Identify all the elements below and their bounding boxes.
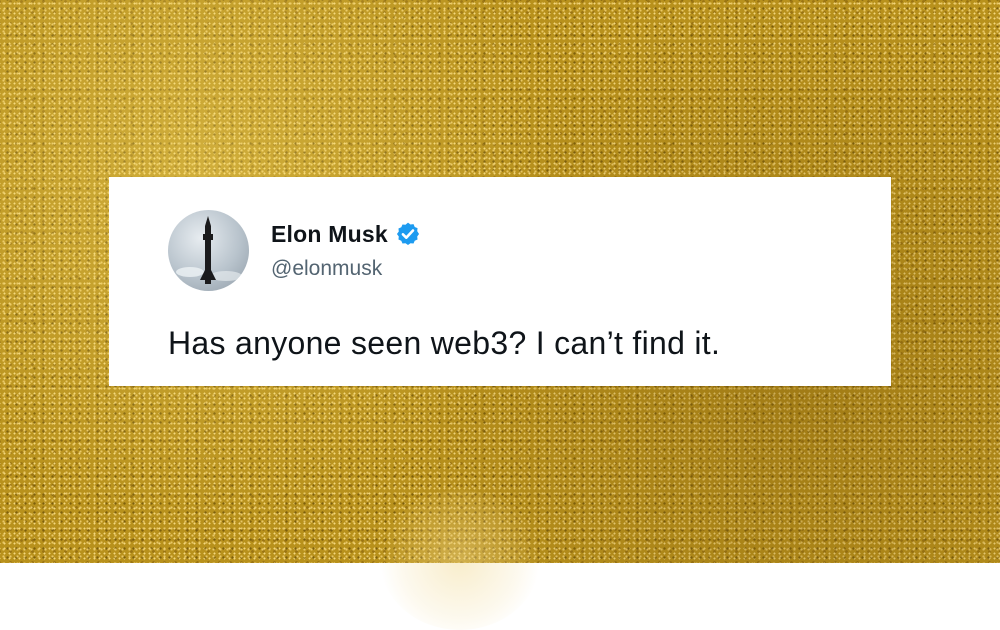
tweet-card: Elon Musk @elonmusk Has anyone seen web3… xyxy=(109,177,891,386)
display-name-row: Elon Musk xyxy=(271,219,421,249)
background-glow xyxy=(380,490,540,630)
tweet-text: Has anyone seen web3? I can’t find it. xyxy=(168,325,721,361)
avatar[interactable] xyxy=(168,210,249,291)
rocket-silhouette-icon xyxy=(176,216,242,284)
display-name[interactable]: Elon Musk xyxy=(271,221,388,248)
verified-badge-icon xyxy=(395,221,421,247)
user-handle[interactable]: @elonmusk xyxy=(271,257,382,281)
